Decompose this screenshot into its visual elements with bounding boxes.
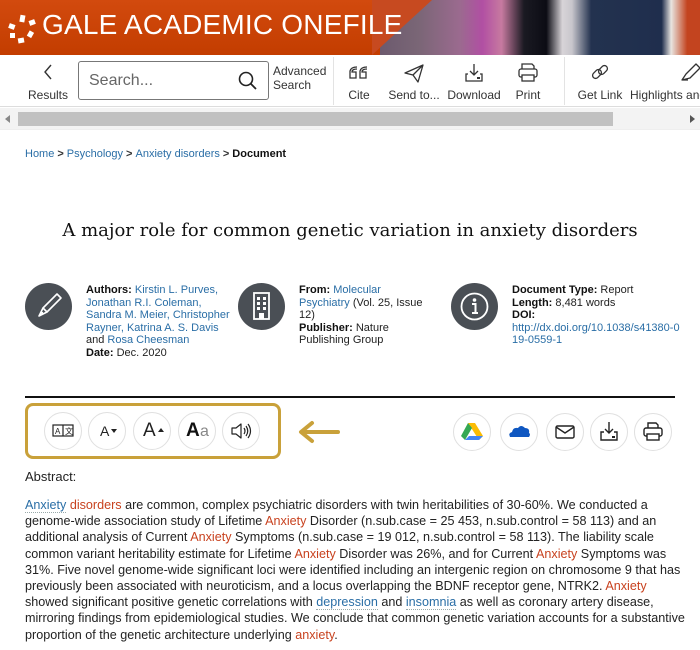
reader-tools-highlight: A 文 A A A a [25,403,281,459]
download-icon [465,64,483,82]
breadcrumb-home[interactable]: Home [25,148,54,160]
listen-button[interactable] [222,412,260,450]
search-term-highlight: Anxiety [294,546,336,561]
toolbar-divider [333,57,334,105]
header-banner: GALE ACADEMIC ONEFILE [0,0,700,55]
download-icon [600,422,618,441]
document-info-block: Document Type: Report Length: 8,481 word… [512,284,692,347]
abstract-text: Anxiety disorders are common, complex ps… [25,498,685,642]
google-drive-icon [461,423,483,440]
advanced-search-link[interactable]: Advanced Search [273,64,326,92]
search-term-highlight: anxiety [295,627,335,642]
onedrive-icon [509,426,530,437]
breadcrumb-psychology[interactable]: Psychology [67,148,123,160]
search-icon[interactable] [238,71,258,91]
translate-icon: A 文 [52,424,74,437]
publication-date: Dec. 2020 [116,346,167,359]
search-term-highlight: disorders [69,498,122,512]
chevron-left-icon [44,64,52,80]
scroll-left-arrow-icon[interactable] [5,115,10,123]
source-block: From: Molecular Psychiatry (Vol. 25, Iss… [299,284,423,347]
search-term-highlight: Anxiety [265,514,307,529]
font-increase-icon: A [143,420,156,441]
svg-text:文: 文 [65,426,73,436]
gale-logo-icon[interactable] [6,12,40,46]
info-icon [451,283,498,330]
results-label: Results [27,88,68,102]
breadcrumb-current: Document [232,148,287,160]
pen-icon [25,283,72,330]
send-to-button[interactable]: Send to... [385,55,443,107]
authors-block: Authors: Kirstin L. Purves, Jonathan R.I… [86,284,230,359]
translate-button[interactable]: A 文 [44,412,82,450]
brand-title[interactable]: GALE ACADEMIC ONEFILE [42,9,403,41]
font-style-icon: A [186,420,200,441]
horizontal-scrollbar[interactable] [0,108,700,130]
abstract-label: Abstract: [25,469,77,484]
svg-text:A: A [55,427,61,436]
results-button[interactable]: Results [24,55,72,107]
speaker-icon [231,423,252,439]
building-icon [238,283,285,330]
printer-icon [518,63,538,82]
link-icon [591,64,609,80]
google-drive-button[interactable] [453,413,491,451]
search-term-highlight: Anxiety [190,530,232,545]
topic-link[interactable]: depression [316,595,378,611]
doi-link[interactable]: http://dx.doi.org/10.1038/s41380-019-055… [512,322,682,347]
print-button[interactable]: Print [508,55,548,107]
topic-link[interactable]: Anxiety [25,498,67,513]
highlighter-icon [681,63,700,81]
search-term-highlight: Anxiety [605,579,647,594]
scroll-right-arrow-icon[interactable] [690,115,695,123]
font-decrease-icon: A [100,423,110,439]
document-title: A major role for common genetic variatio… [62,220,638,241]
highlights-button[interactable]: Highlights and [630,55,700,107]
scrollbar-thumb[interactable] [18,112,613,126]
envelope-icon [555,425,575,439]
search-box [78,61,269,100]
toolbar: Results Advanced Search Cite Send to... … [0,55,700,107]
decrease-font-button[interactable]: A [88,412,126,450]
section-divider [25,396,675,398]
font-style-button[interactable]: A a [178,412,216,450]
increase-font-button[interactable]: A [133,412,171,450]
breadcrumb-anxiety-disorders[interactable]: Anxiety disorders [135,148,219,160]
toolbar-divider [564,57,565,105]
cite-button[interactable]: Cite [340,55,378,107]
print-share-button[interactable] [634,413,672,451]
search-input[interactable] [89,70,229,92]
arrow-left-hint-icon [299,421,340,443]
paper-plane-icon [404,64,424,83]
breadcrumb: Home > Psychology > Anxiety disorders > Docume… [25,148,287,160]
search-term-highlight: Anxiety [536,546,578,561]
get-link-button[interactable]: Get Link [576,55,624,107]
download-button[interactable]: Download [446,55,502,107]
onedrive-button[interactable] [500,413,538,451]
download-share-button[interactable] [590,413,628,451]
quote-icon [349,66,368,79]
author-link[interactable]: Rosa Cheesman [107,334,189,346]
topic-link[interactable]: insomnia [405,595,457,611]
email-button[interactable] [546,413,584,451]
printer-icon [643,422,663,441]
